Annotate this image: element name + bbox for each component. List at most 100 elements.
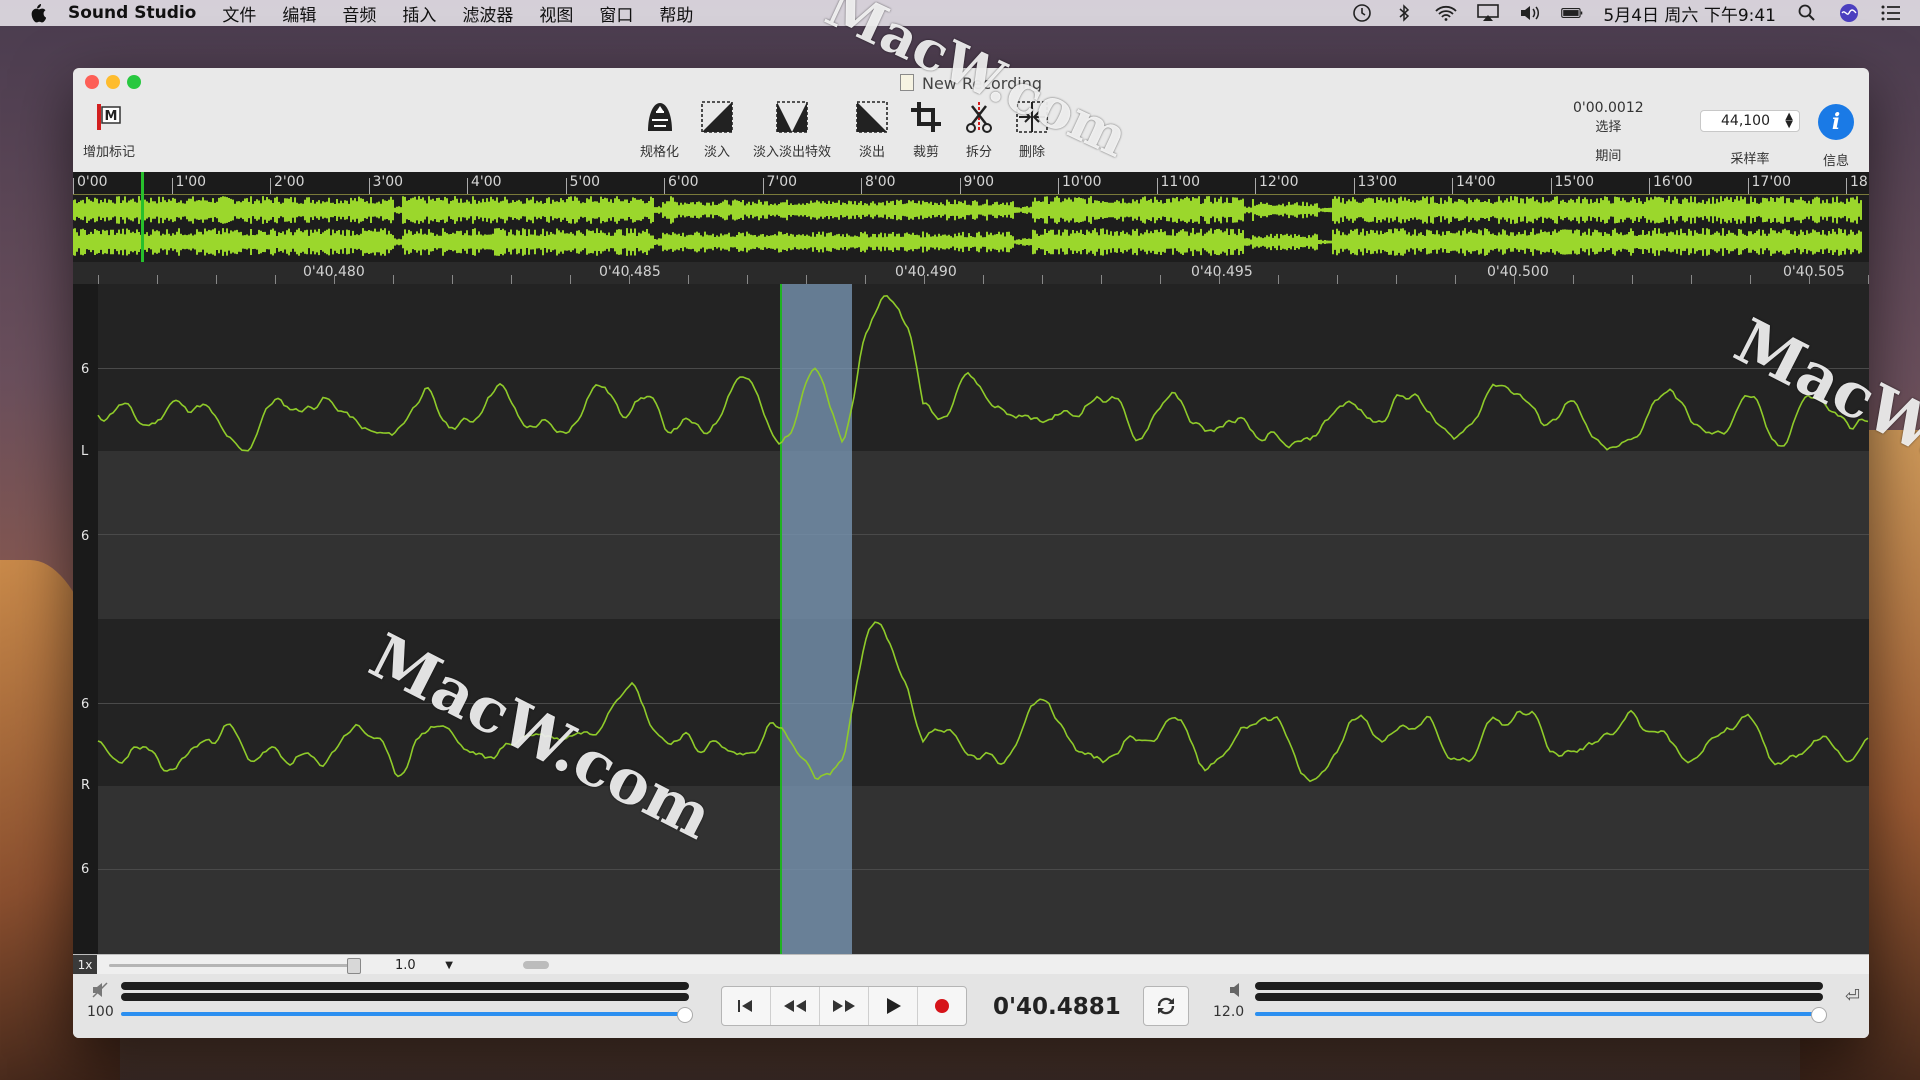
detail-tick-line [1160, 275, 1161, 284]
overview-tick-label: 9'00 [963, 174, 995, 190]
menu-help[interactable]: 帮助 [659, 1, 693, 26]
info-control: i 信息 [1818, 100, 1854, 169]
overview-time-ruler[interactable]: 0'00 1'00 2'00 3'00 4'00 5'00 6'00 7'00 8'00 9'00… [73, 172, 1869, 195]
normalize-button[interactable]: 规格化 [640, 98, 679, 160]
detail-tick-line [865, 275, 866, 284]
crop-label: 裁剪 [912, 145, 939, 160]
detail-tick-line [1868, 275, 1869, 284]
normalize-label: 规格化 [640, 145, 680, 160]
detail-tick-line [688, 275, 689, 284]
duration-display[interactable]: 0'00.0012 选择 期间 [1573, 100, 1644, 164]
fast-forward-icon [833, 1000, 855, 1012]
overview-playhead[interactable] [141, 172, 144, 262]
detail-tick-line [98, 275, 99, 284]
waveform-editor[interactable]: 6 L 6 6 R 6 [73, 284, 1869, 954]
detail-tick-line [1750, 275, 1751, 284]
fast-forward-button[interactable] [820, 987, 869, 1025]
menu-file[interactable]: 文件 [222, 1, 256, 26]
overview-tick-line [1452, 178, 1453, 194]
notification-center-icon[interactable] [1880, 4, 1902, 22]
time-machine-icon[interactable] [1351, 4, 1373, 22]
overview-tick-label: 13'00 [1357, 174, 1397, 190]
overview-tick-label: 16'00 [1653, 174, 1693, 190]
horizontal-scrollbar[interactable] [523, 961, 549, 969]
zoom-slider-knob[interactable] [347, 958, 361, 974]
stepper-icon: ▲ ▼ [1785, 111, 1793, 130]
sample-rate-select[interactable]: 44,100 ▲ ▼ [1700, 110, 1800, 132]
detail-time-ruler[interactable]: 0'40.480 0'40.485 0'40.490 0'40.495 0'40.500… [73, 262, 1869, 285]
skip-back-icon [738, 1000, 752, 1012]
overview-tick-line [1255, 178, 1256, 194]
overview-waveform[interactable] [73, 194, 1869, 262]
window-title-text: New Recording [921, 74, 1042, 93]
zoom-bar: 1x 1.0 ▼ [73, 954, 1869, 975]
wifi-icon[interactable] [1435, 4, 1458, 22]
menu-audio[interactable]: 音频 [342, 1, 376, 26]
apple-menu-icon[interactable] [26, 2, 48, 24]
input-muted-icon[interactable] [91, 982, 111, 998]
delete-button[interactable]: 删除 [1013, 98, 1051, 160]
input-level-value: 100 [87, 1004, 114, 1020]
overview-tick-label: 4'00 [471, 174, 502, 190]
loop-button[interactable] [1143, 986, 1189, 1026]
overview-wave-right [73, 228, 1862, 256]
crossfade-button[interactable]: 淡入淡出特效 [753, 98, 831, 160]
overview-tick-label: 12'00 [1259, 174, 1299, 190]
menu-app-name[interactable]: Sound Studio [68, 3, 196, 23]
overview-tick-label: 10'00 [1062, 174, 1102, 190]
input-volume-slider[interactable] [121, 1012, 683, 1016]
output-speaker-icon[interactable] [1226, 982, 1246, 998]
record-button[interactable] [918, 987, 966, 1025]
split-button[interactable]: 拆分 [960, 98, 998, 160]
overview-tick-line [762, 178, 764, 194]
menu-view[interactable]: 视图 [539, 1, 573, 26]
fade-in-button[interactable]: 淡入 [698, 98, 736, 160]
play-icon [887, 998, 901, 1014]
overview-wave-left [73, 196, 1862, 224]
menu-edit[interactable]: 编辑 [282, 1, 316, 26]
volume-icon[interactable] [1519, 4, 1541, 22]
fade-out-button[interactable]: 淡出 [853, 98, 891, 160]
overview-panel[interactable]: 0'00 1'00 2'00 3'00 4'00 5'00 6'00 7'00 8'00 9'00… [73, 172, 1869, 262]
output-volume-slider[interactable] [1255, 1012, 1817, 1016]
delete-icon [1013, 98, 1051, 136]
info-icon[interactable]: i [1818, 104, 1854, 140]
add-marker-icon: M [90, 98, 128, 136]
output-volume-knob[interactable] [1811, 1007, 1827, 1023]
input-volume-knob[interactable] [677, 1007, 693, 1023]
add-marker-button[interactable]: M 增加标记 [83, 98, 135, 160]
marker-icon-letter: M [105, 109, 118, 124]
go-to-start-button[interactable] [722, 987, 771, 1025]
detail-tick-line [1042, 275, 1043, 284]
menu-filter[interactable]: 滤波器 [462, 1, 513, 26]
return-icon[interactable]: ⏎ [1845, 986, 1860, 1007]
menu-window[interactable]: 窗口 [599, 1, 633, 26]
spotlight-search-icon[interactable] [1796, 4, 1818, 22]
detail-tick-line [629, 275, 630, 284]
detail-tick-line [1691, 275, 1692, 284]
record-icon [935, 999, 949, 1013]
siri-icon[interactable] [1838, 4, 1860, 22]
zoom-scale-label: 1x [73, 955, 97, 975]
airplay-icon[interactable] [1477, 4, 1500, 22]
rewind-button[interactable] [771, 987, 820, 1025]
sound-studio-window: New Recording M 增加标记 规格化 淡入 淡入淡出特效 淡出 裁剪… [73, 68, 1869, 1038]
play-button[interactable] [869, 987, 918, 1025]
output-meter-top [1255, 982, 1823, 990]
detail-tick-line [511, 275, 512, 284]
zoom-slider-track[interactable] [109, 964, 359, 967]
detail-tick-line [1455, 275, 1456, 284]
bluetooth-icon[interactable] [1393, 4, 1415, 22]
add-marker-label: 增加标记 [83, 145, 136, 160]
right-channel-wave [97, 621, 1869, 783]
menubar-datetime[interactable]: 5月4日 周六 下午9:41 [1603, 1, 1776, 26]
battery-icon[interactable] [1561, 4, 1583, 22]
split-icon [960, 98, 998, 136]
menu-insert[interactable]: 插入 [402, 1, 436, 26]
detail-waveform[interactable] [73, 284, 1869, 954]
overview-tick-line [1747, 178, 1749, 194]
crop-button[interactable]: 裁剪 [907, 98, 945, 160]
zoom-select[interactable]: 1.0 ▼ [371, 956, 461, 974]
detail-tick-line [1101, 275, 1102, 284]
overview-tick-line [861, 178, 862, 194]
